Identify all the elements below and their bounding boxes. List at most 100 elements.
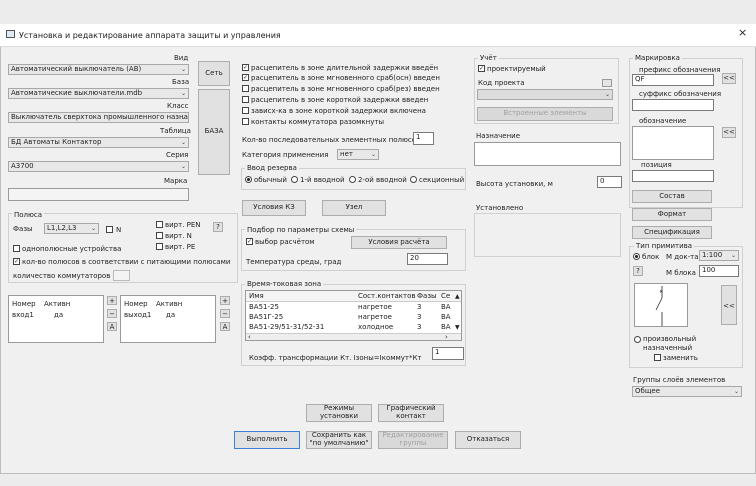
outputs-list[interactable]: Номер Активн выход1 да	[120, 295, 216, 343]
zone-table[interactable]: Имя Сост.контактов Фазы Се ВА51-25 нагре…	[245, 290, 462, 341]
check-instant-main[interactable]: ✓	[242, 74, 249, 81]
zone-row-3-name[interactable]: ВА51-29/51-31/52-31	[249, 323, 324, 332]
layers-select[interactable]: Общее ⌄	[632, 386, 742, 397]
category-select[interactable]: нет ⌄	[337, 149, 379, 160]
arbitrary-radio[interactable]	[634, 336, 641, 343]
zone-row-1-name[interactable]: ВА51-25	[249, 303, 279, 312]
check-contacts-open[interactable]	[242, 118, 249, 125]
graphic-contact-button[interactable]: Графический контакт	[378, 404, 444, 422]
single-pole-checkbox[interactable]	[13, 245, 20, 252]
purpose-field[interactable]	[474, 142, 621, 166]
edit-group-button[interactable]: Редактирование группы	[378, 431, 448, 449]
poles-match-checkbox[interactable]: ✓	[13, 258, 20, 265]
phases-select[interactable]: L1,L2,L3 ⌄	[44, 223, 99, 234]
zone-row-1-contacts: нагретое	[358, 303, 392, 311]
m-doc-select[interactable]: 1:100 ⌄	[699, 250, 739, 261]
install-height-input[interactable]: 0	[597, 176, 622, 188]
baza-select[interactable]: Автоматические выключатели.mdb ⌄	[8, 88, 189, 99]
in-row-number[interactable]: вход1	[12, 311, 34, 320]
scroll-down-icon[interactable]: ▼	[455, 323, 460, 332]
project-code-toggle[interactable]	[602, 79, 612, 87]
modes-button[interactable]: Режимы установки	[306, 404, 372, 422]
window-title: Установка и редактирование аппарата защи…	[19, 31, 281, 40]
position-input[interactable]	[632, 170, 714, 182]
chevron-down-icon: ⌄	[604, 91, 610, 98]
zone-row-2-name[interactable]: ВА51Г-25	[249, 313, 283, 322]
out-remove-button[interactable]: −	[220, 309, 230, 318]
inputs-list[interactable]: Номер Активн вход1 да	[8, 295, 104, 343]
set-button[interactable]: Сеть	[198, 61, 230, 86]
scroll-right-icon[interactable]: ›	[445, 333, 448, 340]
out-row-number[interactable]: выход1	[124, 311, 151, 320]
cancel-button[interactable]: Отказаться	[455, 431, 521, 449]
coef-input[interactable]: 1	[432, 347, 464, 360]
virt-pen-checkbox[interactable]	[156, 221, 163, 228]
baza-button[interactable]: БАЗА	[198, 89, 230, 175]
designed-label: проектируемый	[487, 65, 546, 73]
virt-n-checkbox[interactable]	[156, 232, 163, 239]
project-code-select[interactable]: ⌄	[477, 89, 613, 100]
reserve-second-radio[interactable]	[349, 176, 356, 183]
help-button[interactable]: ?	[213, 222, 223, 232]
prefix-input[interactable]: QF	[632, 74, 714, 86]
builtin-elements-button[interactable]: Встроенные элементы	[477, 107, 613, 121]
check-long-delay[interactable]: ✓	[242, 64, 249, 71]
save-default-button[interactable]: Сохранить как "по умолчанию"	[306, 431, 372, 449]
calc-conditions-button[interactable]: Условия расчёта	[351, 236, 447, 249]
close-icon[interactable]: ×	[738, 27, 747, 38]
preview-arrow-button[interactable]: <<	[721, 285, 737, 325]
zone-col-contacts[interactable]: Сост.контактов	[358, 292, 416, 301]
out-a-button[interactable]: A	[220, 322, 230, 331]
m-block-input[interactable]: 100	[699, 265, 739, 277]
out-row-active[interactable]: да	[166, 311, 175, 320]
check-short-delay[interactable]	[242, 96, 249, 103]
table-select[interactable]: БД Автоматы Контактор ⌄	[8, 137, 189, 148]
scroll-up-icon[interactable]: ▲	[455, 292, 460, 301]
kz-conditions-button[interactable]: Условия КЗ	[242, 200, 306, 216]
suffix-input[interactable]	[632, 99, 714, 111]
check-short-delay-label: расцепитель в зоне короткой задержки вве…	[251, 96, 429, 104]
format-button[interactable]: Формат	[632, 208, 712, 221]
check-short-delay-dep[interactable]	[242, 107, 249, 114]
virt-pe-checkbox[interactable]	[156, 243, 163, 250]
sostav-button[interactable]: Состав	[632, 190, 712, 203]
chevron-down-icon: ⌄	[370, 151, 376, 158]
reserve-section-radio[interactable]	[410, 176, 417, 183]
designation-field[interactable]	[632, 126, 714, 160]
in-remove-button[interactable]: −	[107, 309, 117, 318]
in-row-active[interactable]: да	[54, 311, 63, 320]
designation-arrow-button[interactable]: <<	[722, 127, 736, 138]
execute-button[interactable]: Выполнить	[234, 431, 300, 449]
commutator-count-input[interactable]	[113, 270, 130, 281]
zone-col-series[interactable]: Се	[441, 292, 450, 301]
out-add-button[interactable]: +	[220, 296, 230, 305]
series-poles-input[interactable]: 1	[413, 132, 434, 145]
scroll-left-icon[interactable]: ‹	[248, 333, 251, 340]
in-add-button[interactable]: +	[107, 296, 117, 305]
zone-col-phases[interactable]: Фазы	[417, 292, 437, 301]
zone-scrollbar-h[interactable]	[246, 333, 461, 340]
spec-button[interactable]: Спецификация	[632, 226, 712, 239]
reserve-normal-radio[interactable]	[245, 176, 252, 183]
calc-choice-checkbox[interactable]: ✓	[246, 238, 253, 245]
vid-select[interactable]: Автоматический выключатель (АВ) ⌄	[8, 64, 189, 75]
zone-col-name[interactable]: Имя	[249, 292, 264, 301]
project-code-label: Код проекта	[478, 79, 525, 87]
purpose-title: Назначение	[476, 132, 521, 140]
block-radio[interactable]	[633, 253, 640, 260]
reserve-first-radio[interactable]	[291, 176, 298, 183]
in-a-button[interactable]: A	[107, 322, 117, 331]
replace-checkbox[interactable]	[654, 354, 661, 361]
zone-row-2-phases: 3	[417, 313, 422, 321]
node-button[interactable]: Узел	[322, 200, 386, 216]
n-checkbox[interactable]	[106, 226, 113, 233]
klass-select[interactable]: Выключатель сверхтока промышленного назн…	[8, 112, 189, 123]
check-instant-reserve[interactable]	[242, 85, 249, 92]
seria-select[interactable]: А3700 ⌄	[8, 161, 189, 172]
designed-checkbox[interactable]: ✓	[478, 65, 485, 72]
zone-row-2-series: ВА	[441, 313, 451, 321]
primitive-help-button[interactable]: ?	[633, 266, 643, 276]
marka-field[interactable]	[8, 188, 189, 201]
prefix-arrow-button[interactable]: <<	[722, 73, 736, 84]
temp-input[interactable]: 20	[407, 253, 448, 265]
